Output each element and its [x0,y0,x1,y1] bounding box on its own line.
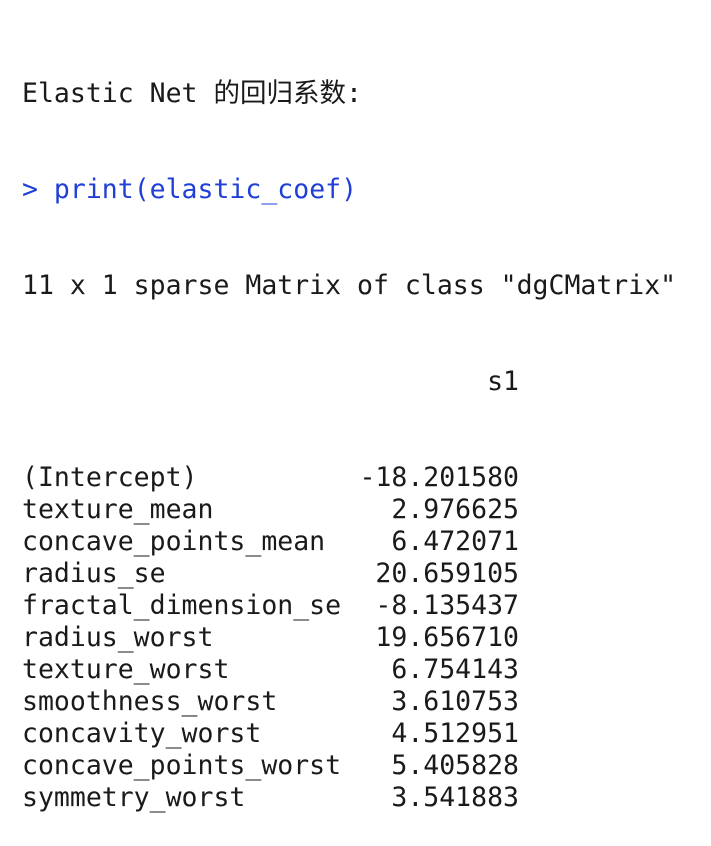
coefficient-row: concave_points_mean 6.472071 [22,526,676,558]
coefficient-name: (Intercept) [22,462,198,493]
coefficient-row: concave_points_worst 5.405828 [22,750,676,782]
coefficient-row: (Intercept) -18.201580 [22,462,676,494]
coefficient-rows: (Intercept) -18.201580 texture_mean 2.97662… [22,462,676,814]
coefficient-name: radius_se [22,558,166,589]
coefficient-row: symmetry_worst 3.541883 [22,782,676,814]
coefficient-row: texture_worst 6.754143 [22,654,676,686]
coefficient-row: smoothness_worst 3.610753 [22,686,676,718]
coefficient-name: fractal_dimension_se [22,590,342,621]
coefficient-value: 4.512951 [391,718,519,749]
coefficient-value: -8.135437 [375,590,519,621]
coefficient-value: 5.405828 [391,750,519,781]
output-title-line: Elastic Net 的回归系数: [22,78,362,109]
row-name-spacer [22,366,352,398]
matrix-info-line: 11 x 1 sparse Matrix of class "dgCMatrix… [22,270,677,301]
coefficient-row: radius_worst 19.656710 [22,622,676,654]
coefficient-value: 3.610753 [391,686,519,717]
coefficient-name: symmetry_worst [22,782,246,813]
matrix-header-row: s1 [22,366,676,398]
coefficient-value: 19.656710 [375,622,519,653]
coefficient-value: -18.201580 [359,462,519,493]
coefficient-name: texture_worst [22,654,230,685]
coefficient-name: concavity_worst [22,718,262,749]
coefficient-name: concave_points_worst [22,750,342,781]
r-console-output: Elastic Net 的回归系数: > print(elastic_coef)… [22,14,676,846]
console-prompt: > [22,174,54,205]
coefficient-value: 6.472071 [391,526,519,557]
command-text: print(elastic_coef) [53,174,358,205]
coefficient-row: concavity_worst 4.512951 [22,718,676,750]
command-line[interactable]: > print(elastic_coef) [22,174,676,206]
column-header: s1 [487,366,519,397]
coefficient-row: radius_se 20.659105 [22,558,676,590]
coefficient-row: fractal_dimension_se -8.135437 [22,590,676,622]
coefficient-name: concave_points_mean [22,526,326,557]
coefficient-name: smoothness_worst [22,686,278,717]
coefficient-value: 3.541883 [391,782,519,813]
coefficient-value: 20.659105 [375,558,519,589]
coefficient-value: 6.754143 [391,654,519,685]
coefficient-name: radius_worst [22,622,214,653]
